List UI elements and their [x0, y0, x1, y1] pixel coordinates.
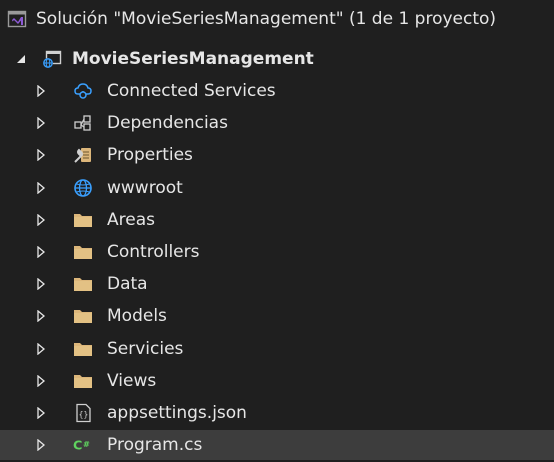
tree-item-label: Dependencias	[107, 113, 228, 133]
solution-label: Solución "MovieSeriesManagement" (1 de 1…	[36, 9, 497, 29]
tree-item-appsettings-json[interactable]: {} appsettings.json	[0, 398, 554, 428]
tree-item-label: Data	[107, 274, 148, 294]
csharp-file-icon: C #	[73, 435, 93, 455]
folder-icon	[73, 371, 93, 391]
tree-row-solution[interactable]: Solución "MovieSeriesManagement" (1 de 1…	[0, 4, 554, 34]
tree-item-properties[interactable]: Properties	[0, 140, 554, 170]
svg-text:{}: {}	[79, 410, 89, 419]
tree-row-project[interactable]: MovieSeriesManagement	[0, 44, 554, 74]
tree-item-wwwroot[interactable]: wwwroot	[0, 173, 554, 203]
expanded-arrow-icon[interactable]	[14, 44, 28, 74]
tree-item-label: Connected Services	[107, 81, 276, 101]
folder-icon	[73, 339, 93, 359]
tree-item-dependencias[interactable]: Dependencias	[0, 108, 554, 138]
json-file-icon: {}	[73, 403, 93, 423]
tree-item-label: wwwroot	[107, 178, 183, 198]
connected-services-icon	[73, 81, 93, 101]
project-label: MovieSeriesManagement	[72, 49, 314, 69]
expand-arrow-icon[interactable]	[34, 140, 48, 170]
expand-arrow-icon[interactable]	[34, 398, 48, 428]
tree-item-models[interactable]: Models	[0, 301, 554, 331]
svg-text:C: C	[73, 438, 82, 453]
tree-item-program-cs[interactable]: C # Program.cs	[0, 430, 554, 460]
tree-item-label: Views	[107, 371, 157, 391]
tree-item-label: Areas	[107, 210, 155, 230]
expand-arrow-icon[interactable]	[34, 173, 48, 203]
expand-arrow-icon[interactable]	[34, 108, 48, 138]
tree-item-label: Servicies	[107, 339, 184, 359]
folder-icon	[73, 242, 93, 262]
expand-arrow-icon[interactable]	[34, 366, 48, 396]
tree-item-servicies[interactable]: Servicies	[0, 334, 554, 364]
folder-icon	[73, 210, 93, 230]
expand-arrow-icon[interactable]	[34, 334, 48, 364]
tree-item-connected-services[interactable]: Connected Services	[0, 76, 554, 106]
properties-icon	[73, 145, 93, 165]
solution-explorer-tree: Solución "MovieSeriesManagement" (1 de 1…	[0, 0, 554, 462]
svg-text:#: #	[83, 439, 90, 449]
expand-arrow-icon[interactable]	[34, 430, 48, 460]
tree-item-label: Models	[107, 306, 167, 326]
tree-item-label: Program.cs	[107, 435, 203, 455]
folder-icon	[73, 306, 93, 326]
tree-item-label: Controllers	[107, 242, 200, 262]
tree-item-controllers[interactable]: Controllers	[0, 237, 554, 267]
expand-arrow-icon[interactable]	[34, 301, 48, 331]
tree-item-data[interactable]: Data	[0, 269, 554, 299]
solution-icon	[7, 9, 27, 29]
expand-arrow-icon[interactable]	[34, 205, 48, 235]
tree-item-label: appsettings.json	[107, 403, 247, 423]
expand-arrow-icon[interactable]	[34, 269, 48, 299]
dependencies-icon	[73, 113, 93, 133]
globe-icon	[73, 178, 93, 198]
tree-item-areas[interactable]: Areas	[0, 205, 554, 235]
expand-arrow-icon[interactable]	[34, 76, 48, 106]
tree-item-views[interactable]: Views	[0, 366, 554, 396]
tree-item-label: Properties	[107, 145, 193, 165]
web-project-icon	[42, 49, 62, 69]
folder-icon	[73, 274, 93, 294]
expand-arrow-icon[interactable]	[34, 237, 48, 267]
